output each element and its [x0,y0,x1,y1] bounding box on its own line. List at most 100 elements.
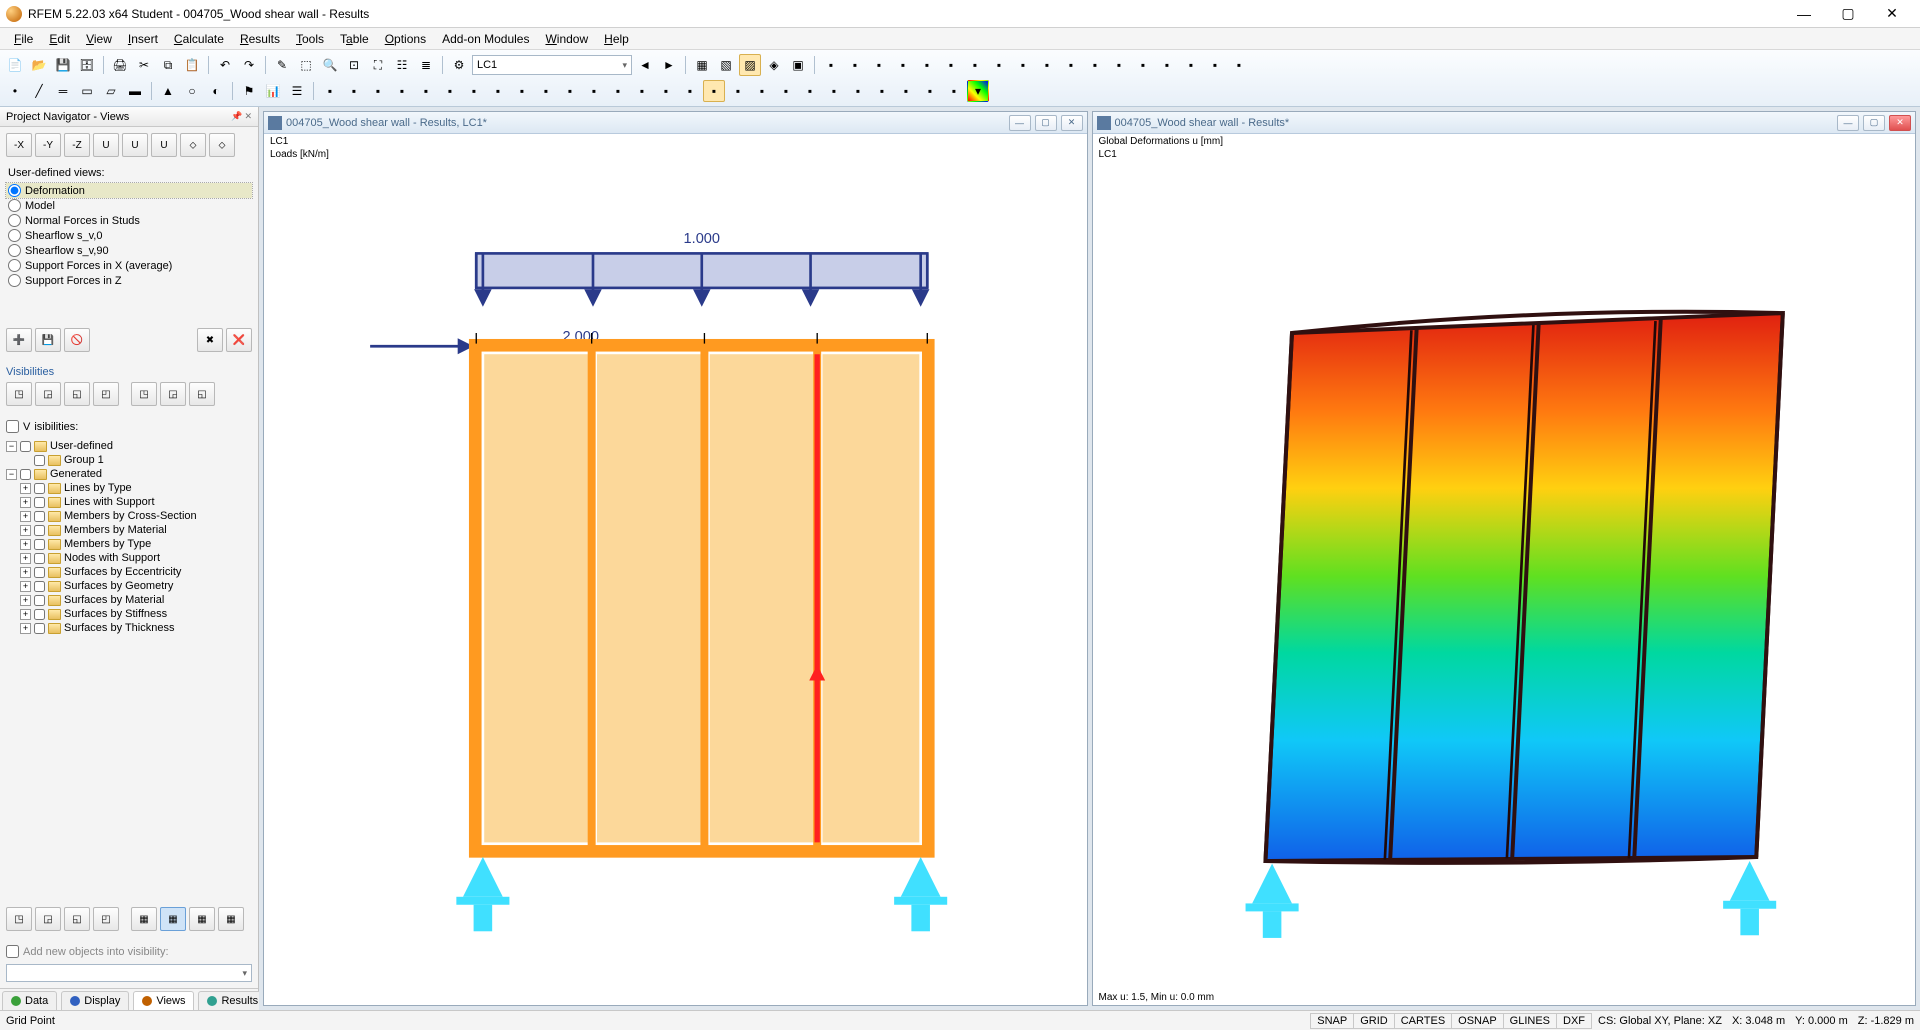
misc-icon-7[interactable]: ▪ [964,54,986,76]
row2-icon-active[interactable]: ▪ [703,80,725,102]
menu-addons[interactable]: Add-on Modules [434,30,537,48]
tab-views[interactable]: Views [133,991,194,1010]
viewport-right-minimize[interactable]: — [1837,115,1859,131]
view-shearflow-90[interactable]: Shearflow s_v,90 [6,243,252,258]
misc-icon-18[interactable]: ▪ [1228,54,1250,76]
row2-icon-j[interactable]: ▪ [535,80,557,102]
tree-generated[interactable]: − Generated [6,467,252,481]
menu-insert[interactable]: Insert [120,30,166,48]
misc-icon-3[interactable]: ▪ [868,54,890,76]
support-icon[interactable]: ▲ [157,80,179,102]
layers-icon[interactable]: ≣ [415,54,437,76]
vis-action-5[interactable]: ▦ [131,907,157,931]
tree-user-defined[interactable]: − User-defined [6,439,252,453]
view-iso-button[interactable]: ⬦ [180,133,206,157]
viewport-left-canvas[interactable]: LC1 Loads [kN/m] 1.0 [264,134,1087,1005]
view-deformation[interactable]: Deformation [6,183,252,198]
hinge-icon[interactable]: ○ [181,80,203,102]
viewport-left-minimize[interactable]: — [1009,115,1031,131]
tree-item[interactable]: +Members by Type [6,537,252,551]
tree-item[interactable]: +Members by Cross-Section [6,509,252,523]
row2-icon-z[interactable]: ▪ [943,80,965,102]
status-toggle-grid[interactable]: GRID [1353,1013,1395,1029]
select-icon[interactable]: ⬚ [295,54,317,76]
view-z-button[interactable]: -Z [64,133,90,157]
surface-icon[interactable]: ▭ [76,80,98,102]
view-y-button[interactable]: -Y [35,133,61,157]
status-toggle-dxf[interactable]: DXF [1556,1013,1592,1029]
menu-file[interactable]: File [6,30,41,48]
vis-btn-5[interactable]: ◳ [131,382,157,406]
cut-icon[interactable]: ✂ [133,54,155,76]
misc-icon-5[interactable]: ▪ [916,54,938,76]
row2-icon-v[interactable]: ▪ [847,80,869,102]
open-file-icon[interactable]: 📂 [28,54,50,76]
misc-icon-12[interactable]: ▪ [1084,54,1106,76]
row2-icon-c[interactable]: ▪ [367,80,389,102]
row2-icon-e[interactable]: ▪ [415,80,437,102]
misc-icon-11[interactable]: ▪ [1060,54,1082,76]
vis-btn-7[interactable]: ◱ [189,382,215,406]
row2-icon-r[interactable]: ▪ [751,80,773,102]
paste-icon[interactable]: 📋 [181,54,203,76]
iso-icon[interactable]: ◈ [763,54,785,76]
misc-icon[interactable]: ▪ [820,54,842,76]
viewport-left-close[interactable]: ✕ [1061,115,1083,131]
menu-edit[interactable]: Edit [41,30,78,48]
row2-icon-a[interactable]: ▪ [319,80,341,102]
misc-icon-16[interactable]: ▪ [1180,54,1202,76]
prev-lc-icon[interactable]: ◄ [634,54,656,76]
row2-icon-o[interactable]: ▪ [655,80,677,102]
save-view-button[interactable]: 💾 [35,328,61,352]
vis-action-7[interactable]: ▦ [189,907,215,931]
row2-icon-k[interactable]: ▪ [559,80,581,102]
flag-icon[interactable]: ⚑ [238,80,260,102]
line-icon[interactable]: ╱ [28,80,50,102]
misc-icon-10[interactable]: ▪ [1036,54,1058,76]
results-icon[interactable]: 📊 [262,80,284,102]
row2-icon-d[interactable]: ▪ [391,80,413,102]
tree-item[interactable]: +Surfaces by Material [6,593,252,607]
vis-action-8[interactable]: ▦ [218,907,244,931]
close-button[interactable]: ✕ [1870,0,1914,28]
tab-results[interactable]: Results [198,991,267,1010]
pin-icon[interactable]: 📌 [231,111,242,122]
status-toggle-snap[interactable]: SNAP [1310,1013,1354,1029]
misc-icon-15[interactable]: ▪ [1156,54,1178,76]
viewport-right-close[interactable]: ✕ [1889,115,1911,131]
tab-data[interactable]: Data [2,991,57,1010]
print-icon[interactable]: 🖨 [109,54,131,76]
row2-icon-t[interactable]: ▪ [799,80,821,102]
render-solid-icon[interactable]: ▦ [691,54,713,76]
row2-icon-y[interactable]: ▪ [919,80,941,102]
tab-display[interactable]: Display [61,991,129,1010]
tree-item[interactable]: +Surfaces by Geometry [6,579,252,593]
tree-item[interactable]: +Surfaces by Stiffness [6,607,252,621]
save-icon[interactable]: 💾 [52,54,74,76]
vis-action-1[interactable]: ◳ [6,907,32,931]
vis-btn-4[interactable]: ◰ [93,382,119,406]
add-visibility-combo[interactable] [6,964,252,982]
load-case-combo[interactable]: LC1 [472,55,632,75]
viewport-left-maximize[interactable]: ▢ [1035,115,1057,131]
zoom-in-icon[interactable]: 🔍 [319,54,341,76]
row2-icon-l[interactable]: ▪ [583,80,605,102]
menu-calculate[interactable]: Calculate [166,30,232,48]
zoom-window-icon[interactable]: ⊡ [343,54,365,76]
tree-item[interactable]: +Lines by Type [6,481,252,495]
viewport-right-canvas[interactable]: Global Deformations u [mm] LC1 [1093,134,1916,1005]
redo-icon[interactable]: ↷ [238,54,260,76]
zoom-fit-icon[interactable]: ⛶ [367,54,389,76]
close-view-button[interactable]: ❌ [226,328,252,352]
row2-icon-p[interactable]: ▪ [679,80,701,102]
add-view-button[interactable]: ➕ [6,328,32,352]
row2-icon-n[interactable]: ▪ [631,80,653,102]
view-u2-button[interactable]: U [122,133,148,157]
row2-icon-q[interactable]: ▪ [727,80,749,102]
vis-action-6[interactable]: ▦ [160,907,186,931]
release-icon[interactable]: ◐ [205,80,227,102]
delete-view-button[interactable]: 🚫 [64,328,90,352]
tree-item[interactable]: +Lines with Support [6,495,252,509]
row2-icon-g[interactable]: ▪ [463,80,485,102]
misc-icon-4[interactable]: ▪ [892,54,914,76]
